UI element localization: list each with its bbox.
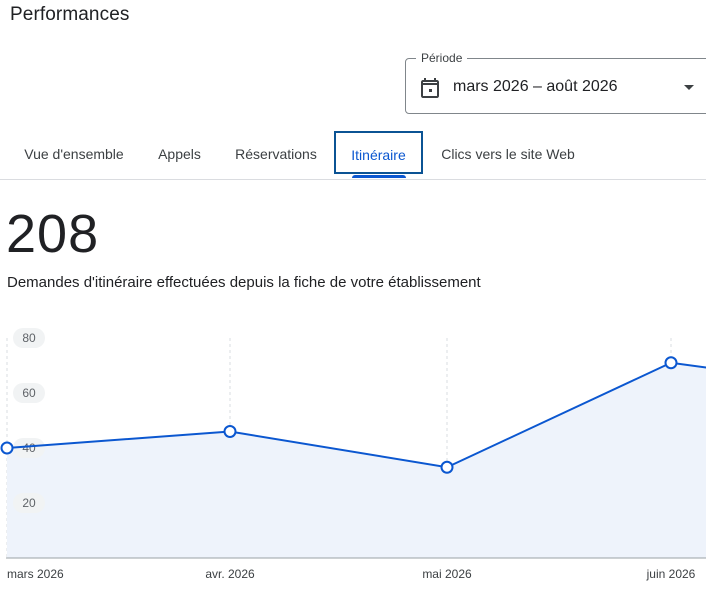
y-tick-label-2: 60: [22, 386, 36, 400]
data-point-1: [223, 425, 237, 438]
itinerary-line-chart: 20 40 60 80 mars 2026 avr. 2026 mai 2026 juin 2…: [0, 328, 706, 581]
period-value: mars 2026 – août 2026: [453, 78, 618, 95]
page-title: Performances: [10, 4, 130, 25]
metric-description: Demandes d'itinéraire effectuées depuis …: [7, 274, 481, 291]
tab-overview[interactable]: Vue d'ensemble: [10, 130, 138, 175]
period-selector[interactable]: Période mars 2026 – août 2026: [405, 51, 706, 114]
tab-itinerary[interactable]: Itinéraire: [334, 131, 423, 174]
tab-calls[interactable]: Appels: [145, 130, 214, 175]
data-point-0: [0, 441, 14, 455]
x-tick-label-1: avr. 2026: [205, 567, 255, 581]
arrow-drop-down-icon[interactable]: [684, 85, 694, 90]
active-tab-indicator: [352, 175, 406, 178]
data-point-2: [440, 460, 454, 474]
tab-bar: Vue d'ensemble Appels Réservations Itiné…: [0, 130, 706, 180]
x-tick-label-3: juin 2026: [646, 567, 696, 581]
tab-reservations[interactable]: Réservations: [222, 130, 330, 175]
x-tick-label-2: mai 2026: [422, 567, 472, 581]
tab-website-clicks[interactable]: Clics vers le site Web: [430, 130, 586, 175]
y-tick-label-1: 40: [22, 441, 36, 455]
y-tick-label-0: 20: [22, 496, 36, 510]
calendar-icon: [421, 78, 439, 98]
data-point-3: [664, 356, 678, 370]
metric-value: 208: [6, 204, 100, 264]
y-tick-label-3: 80: [22, 331, 36, 345]
period-label: Période: [416, 51, 468, 65]
x-tick-label-0: mars 2026: [7, 567, 64, 581]
series-area: [7, 362, 706, 558]
